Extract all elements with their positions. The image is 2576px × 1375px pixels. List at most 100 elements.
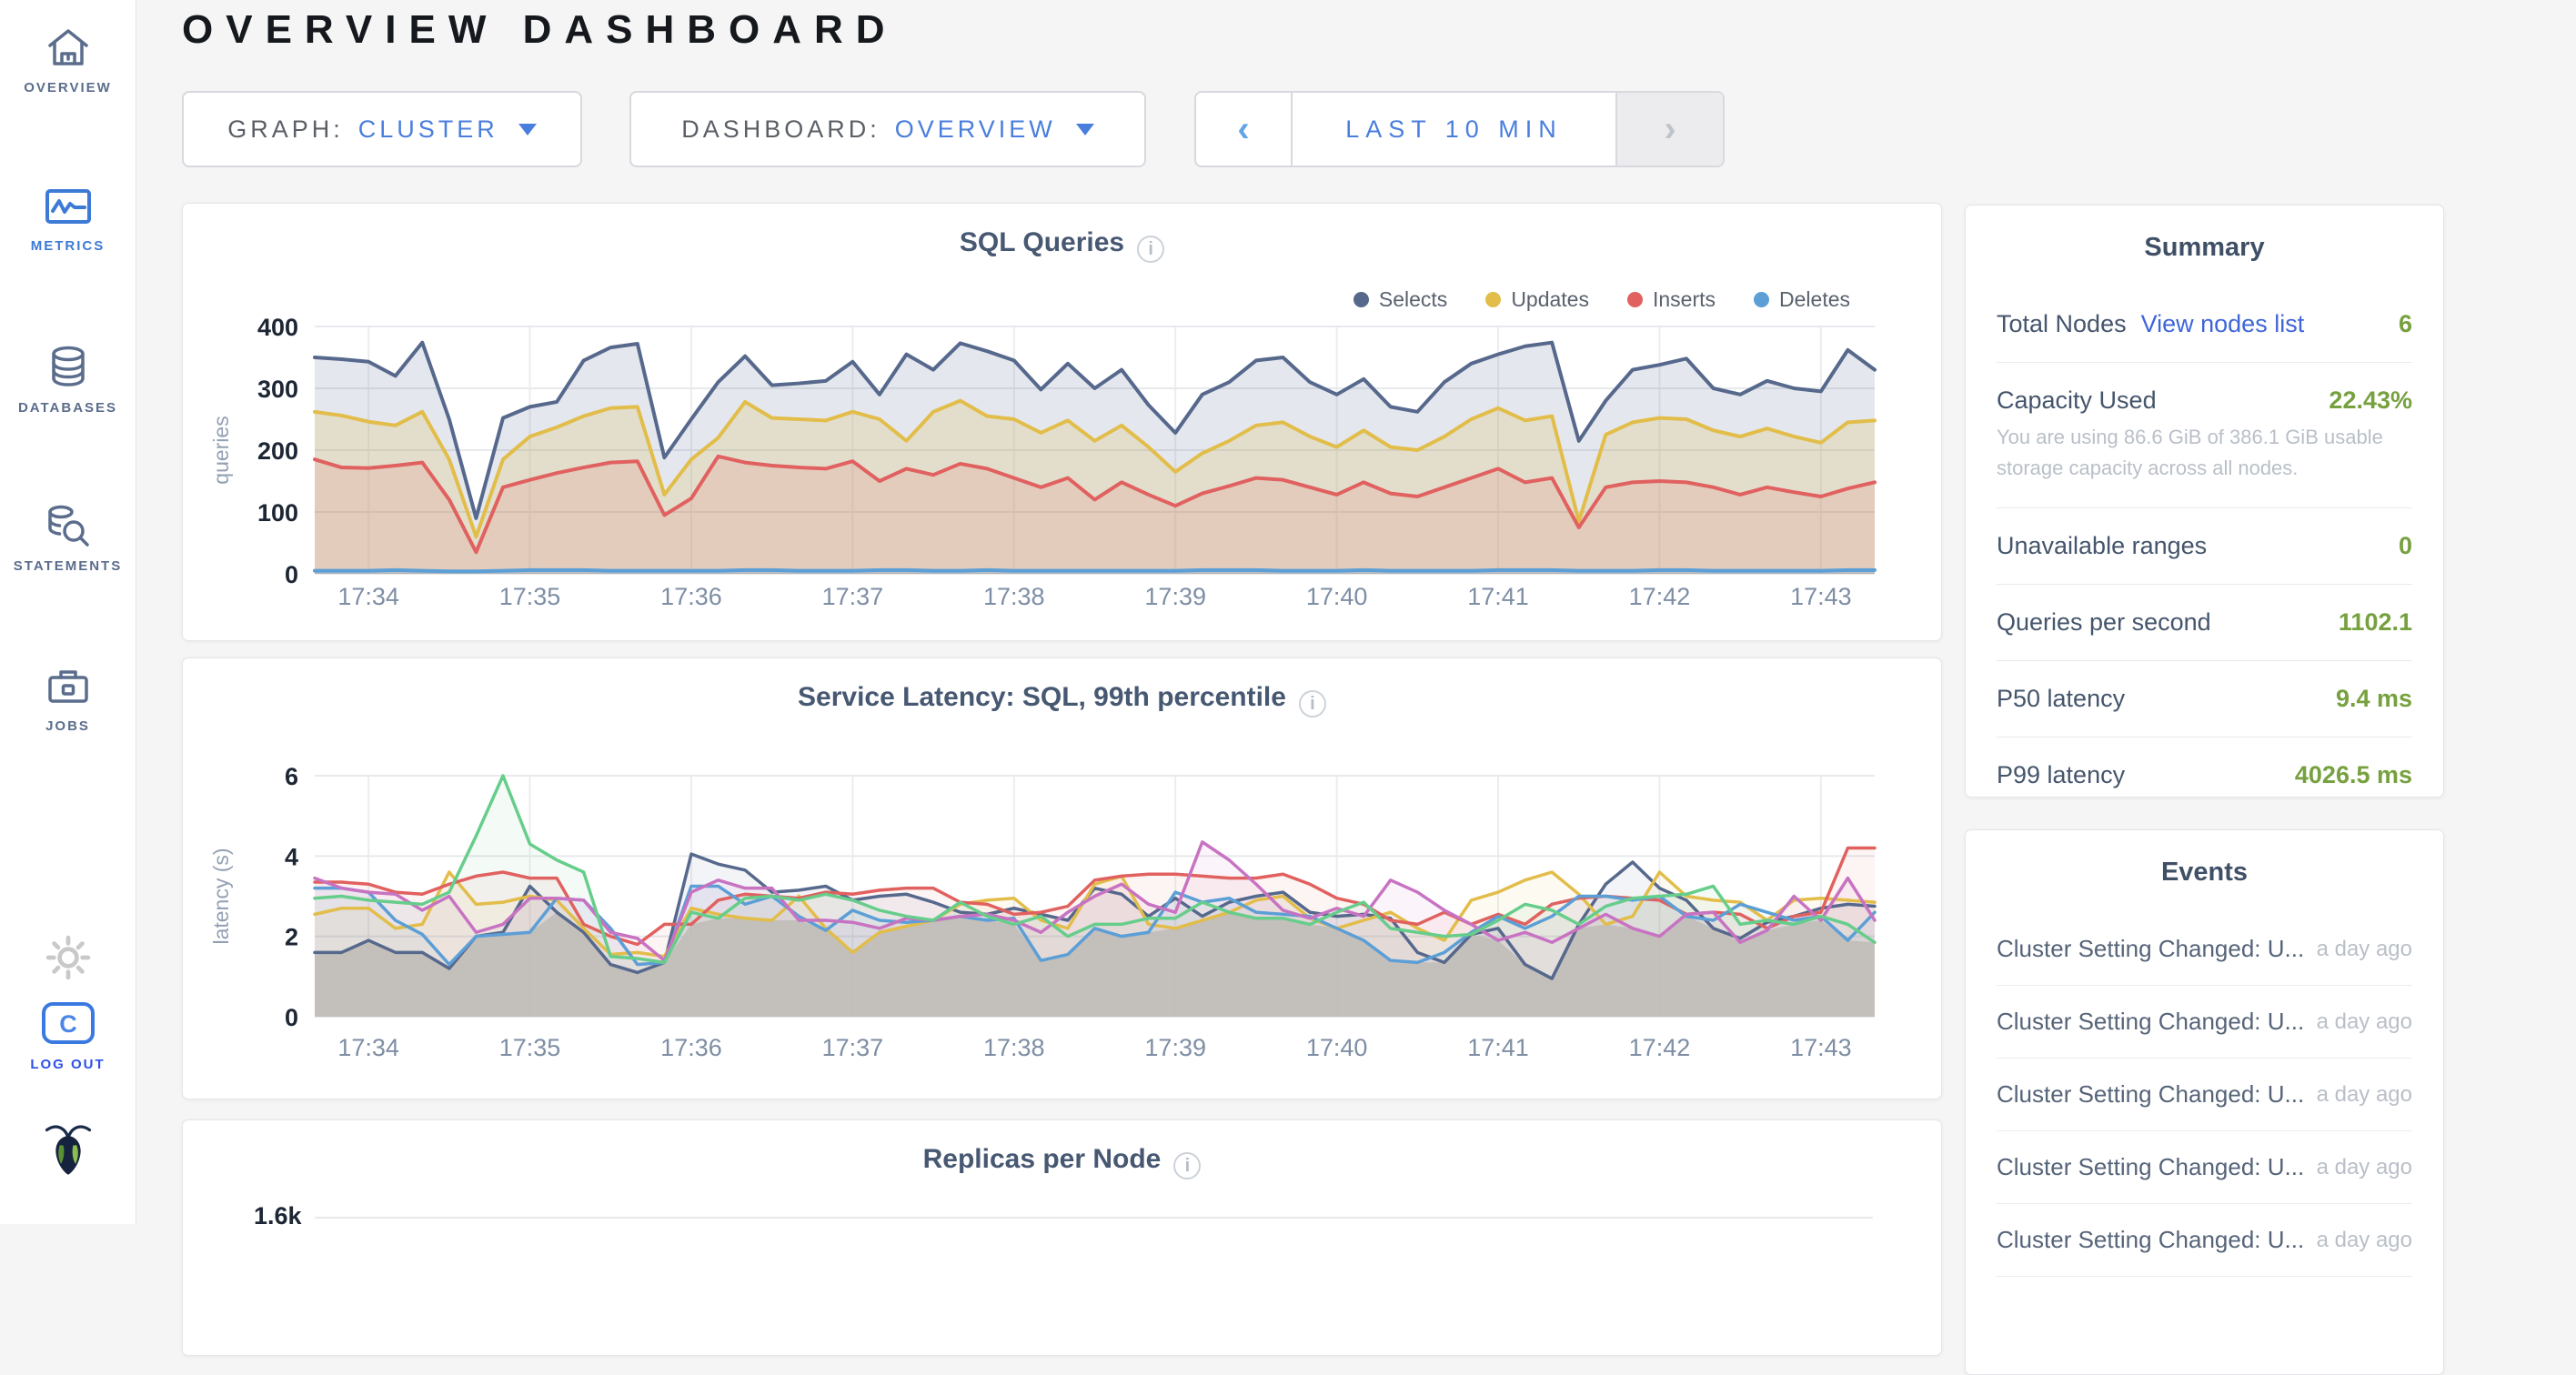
sidebar-item-label: DATABASES [18, 400, 117, 416]
svg-text:17:38: 17:38 [983, 583, 1045, 610]
time-range-prev-button[interactable]: ‹ [1196, 93, 1293, 166]
svg-text:17:36: 17:36 [660, 583, 722, 610]
svg-text:300: 300 [257, 376, 298, 403]
event-title: Cluster Setting Changed: U... [1997, 935, 2304, 963]
p50-latency-value: 9.4 ms [2336, 685, 2412, 713]
sidebar-item-overview[interactable]: OVERVIEW [0, 25, 136, 95]
chevron-down-icon [1076, 124, 1094, 135]
sql-queries-card: SQL Queries i Selects Updates Inserts Delete… [182, 203, 1942, 641]
svg-text:queries: queries [209, 416, 233, 484]
service-latency-chart[interactable]: 17:3417:3517:3617:3717:3817:3917:4017:41… [183, 748, 1911, 1067]
svg-text:C: C [59, 1010, 77, 1038]
svg-text:17:37: 17:37 [822, 583, 884, 610]
legend-dot-icon [1754, 292, 1769, 307]
summary-row-capacity: Capacity Used 22.43% [1997, 363, 2412, 422]
legend-dot-icon [1627, 292, 1643, 307]
sql-queries-title: SQL Queries [960, 227, 1124, 257]
event-title: Cluster Setting Changed: U... [1997, 1008, 2304, 1036]
sidebar-item-jobs[interactable]: JOBS [0, 664, 136, 734]
summary-row-qps: Queries per second 1102.1 [1997, 585, 2412, 661]
logout-cockroach-c-icon: C [40, 1000, 96, 1046]
settings-gear-icon[interactable] [0, 935, 136, 980]
statements-search-icon [45, 504, 92, 547]
event-title: Cluster Setting Changed: U... [1997, 1153, 2304, 1181]
svg-text:200: 200 [257, 437, 298, 465]
sidebar-item-label: METRICS [31, 238, 106, 254]
total-nodes-value: 6 [2399, 310, 2412, 338]
svg-text:4: 4 [285, 843, 298, 870]
replicas-y-tick: 1.6k [254, 1202, 302, 1230]
event-time: a day ago [2317, 1082, 2412, 1108]
sql-queries-chart[interactable]: 17:3417:3517:3617:3717:3817:3917:4017:41… [183, 316, 1911, 616]
svg-text:17:34: 17:34 [337, 583, 399, 610]
home-icon [45, 25, 92, 69]
unavailable-ranges-label: Unavailable ranges [1997, 532, 2207, 560]
sidebar-item-label: JOBS [45, 718, 90, 734]
event-time: a day ago [2317, 1155, 2412, 1180]
graph-scope-dropdown[interactable]: GRAPH: CLUSTER [182, 91, 582, 167]
legend-item-updates: Updates [1485, 287, 1589, 312]
svg-text:17:40: 17:40 [1306, 1034, 1368, 1061]
dashboard-dropdown[interactable]: DASHBOARD: OVERVIEW [629, 91, 1146, 167]
svg-text:17:36: 17:36 [660, 1034, 722, 1061]
time-range-value[interactable]: LAST 10 MIN [1293, 93, 1615, 166]
event-title: Cluster Setting Changed: U... [1997, 1080, 2304, 1109]
sidebar-item-databases[interactable]: DATABASES [0, 346, 136, 416]
dashboard-dropdown-value: OVERVIEW [895, 115, 1056, 144]
chart-title-row: Service Latency: SQL, 99th percentilei [183, 682, 1941, 718]
svg-text:17:34: 17:34 [337, 1034, 399, 1061]
svg-text:17:43: 17:43 [1790, 1034, 1852, 1061]
svg-text:0: 0 [285, 1004, 298, 1031]
svg-text:17:39: 17:39 [1144, 583, 1206, 610]
capacity-used-note: You are using 86.6 GiB of 386.1 GiB usab… [1997, 422, 2412, 508]
main-content: OVERVIEW DASHBOARD GRAPH: CLUSTER DASHBO… [136, 0, 2576, 1224]
info-icon[interactable]: i [1299, 690, 1326, 718]
svg-text:17:39: 17:39 [1144, 1034, 1206, 1061]
legend-label: Inserts [1653, 287, 1716, 312]
sidebar-item-label: STATEMENTS [14, 558, 122, 574]
svg-text:17:35: 17:35 [499, 583, 561, 610]
svg-text:17:41: 17:41 [1467, 1034, 1529, 1061]
svg-text:6: 6 [285, 763, 298, 790]
sql-queries-legend: Selects Updates Inserts Deletes [1353, 287, 1850, 312]
capacity-used-label: Capacity Used [1997, 386, 2157, 415]
cockroach-logo [0, 1122, 136, 1179]
graph-dropdown-label: GRAPH: [227, 115, 344, 144]
service-latency-card: Service Latency: SQL, 99th percentilei 1… [182, 657, 1942, 1099]
view-nodes-list-link[interactable]: View nodes list [2141, 310, 2305, 338]
event-row: Cluster Setting Changed: U...a day ago [1997, 1204, 2412, 1277]
total-nodes-label: Total Nodes [1997, 310, 2127, 338]
time-range-next-button[interactable]: › [1615, 93, 1723, 166]
event-time: a day ago [2317, 1009, 2412, 1035]
legend-label: Deletes [1779, 287, 1850, 312]
svg-text:17:42: 17:42 [1629, 583, 1691, 610]
svg-text:17:38: 17:38 [983, 1034, 1045, 1061]
event-row: Cluster Setting Changed: U...a day ago [1997, 913, 2412, 986]
p99-latency-value: 4026.5 ms [2295, 761, 2412, 789]
time-range-selector: ‹ LAST 10 MIN › [1194, 91, 1725, 167]
svg-text:17:37: 17:37 [822, 1034, 884, 1061]
sidebar-item-logout[interactable]: C LOG OUT [0, 1000, 136, 1072]
dashboard-dropdown-label: DASHBOARD: [681, 115, 880, 144]
info-icon[interactable]: i [1173, 1152, 1201, 1179]
briefcase-icon [45, 664, 92, 708]
summary-row-p99: P99 latency 4026.5 ms [1997, 738, 2412, 813]
capacity-used-value: 22.43% [2329, 386, 2412, 415]
summary-panel: Summary Total Nodes View nodes list 6 Ca… [1965, 205, 2444, 798]
p99-latency-label: P99 latency [1997, 761, 2125, 789]
svg-text:0: 0 [285, 561, 298, 588]
sidebar-item-statements[interactable]: STATEMENTS [0, 504, 136, 574]
legend-item-deletes: Deletes [1754, 287, 1850, 312]
qps-label: Queries per second [1997, 608, 2211, 637]
legend-dot-icon [1353, 292, 1369, 307]
unavailable-ranges-value: 0 [2399, 532, 2412, 560]
event-row: Cluster Setting Changed: U... a day ago [1997, 1059, 2412, 1131]
legend-item-inserts: Inserts [1627, 287, 1716, 312]
legend-label: Selects [1379, 287, 1447, 312]
sidebar-item-metrics[interactable]: METRICS [0, 186, 136, 254]
chart-title-row: Replicas per Nodei [183, 1144, 1941, 1179]
database-icon [45, 346, 92, 389]
svg-text:17:40: 17:40 [1306, 583, 1368, 610]
info-icon[interactable]: i [1137, 236, 1164, 263]
event-row: Cluster Setting Changed: U... a day ago [1997, 1131, 2412, 1204]
